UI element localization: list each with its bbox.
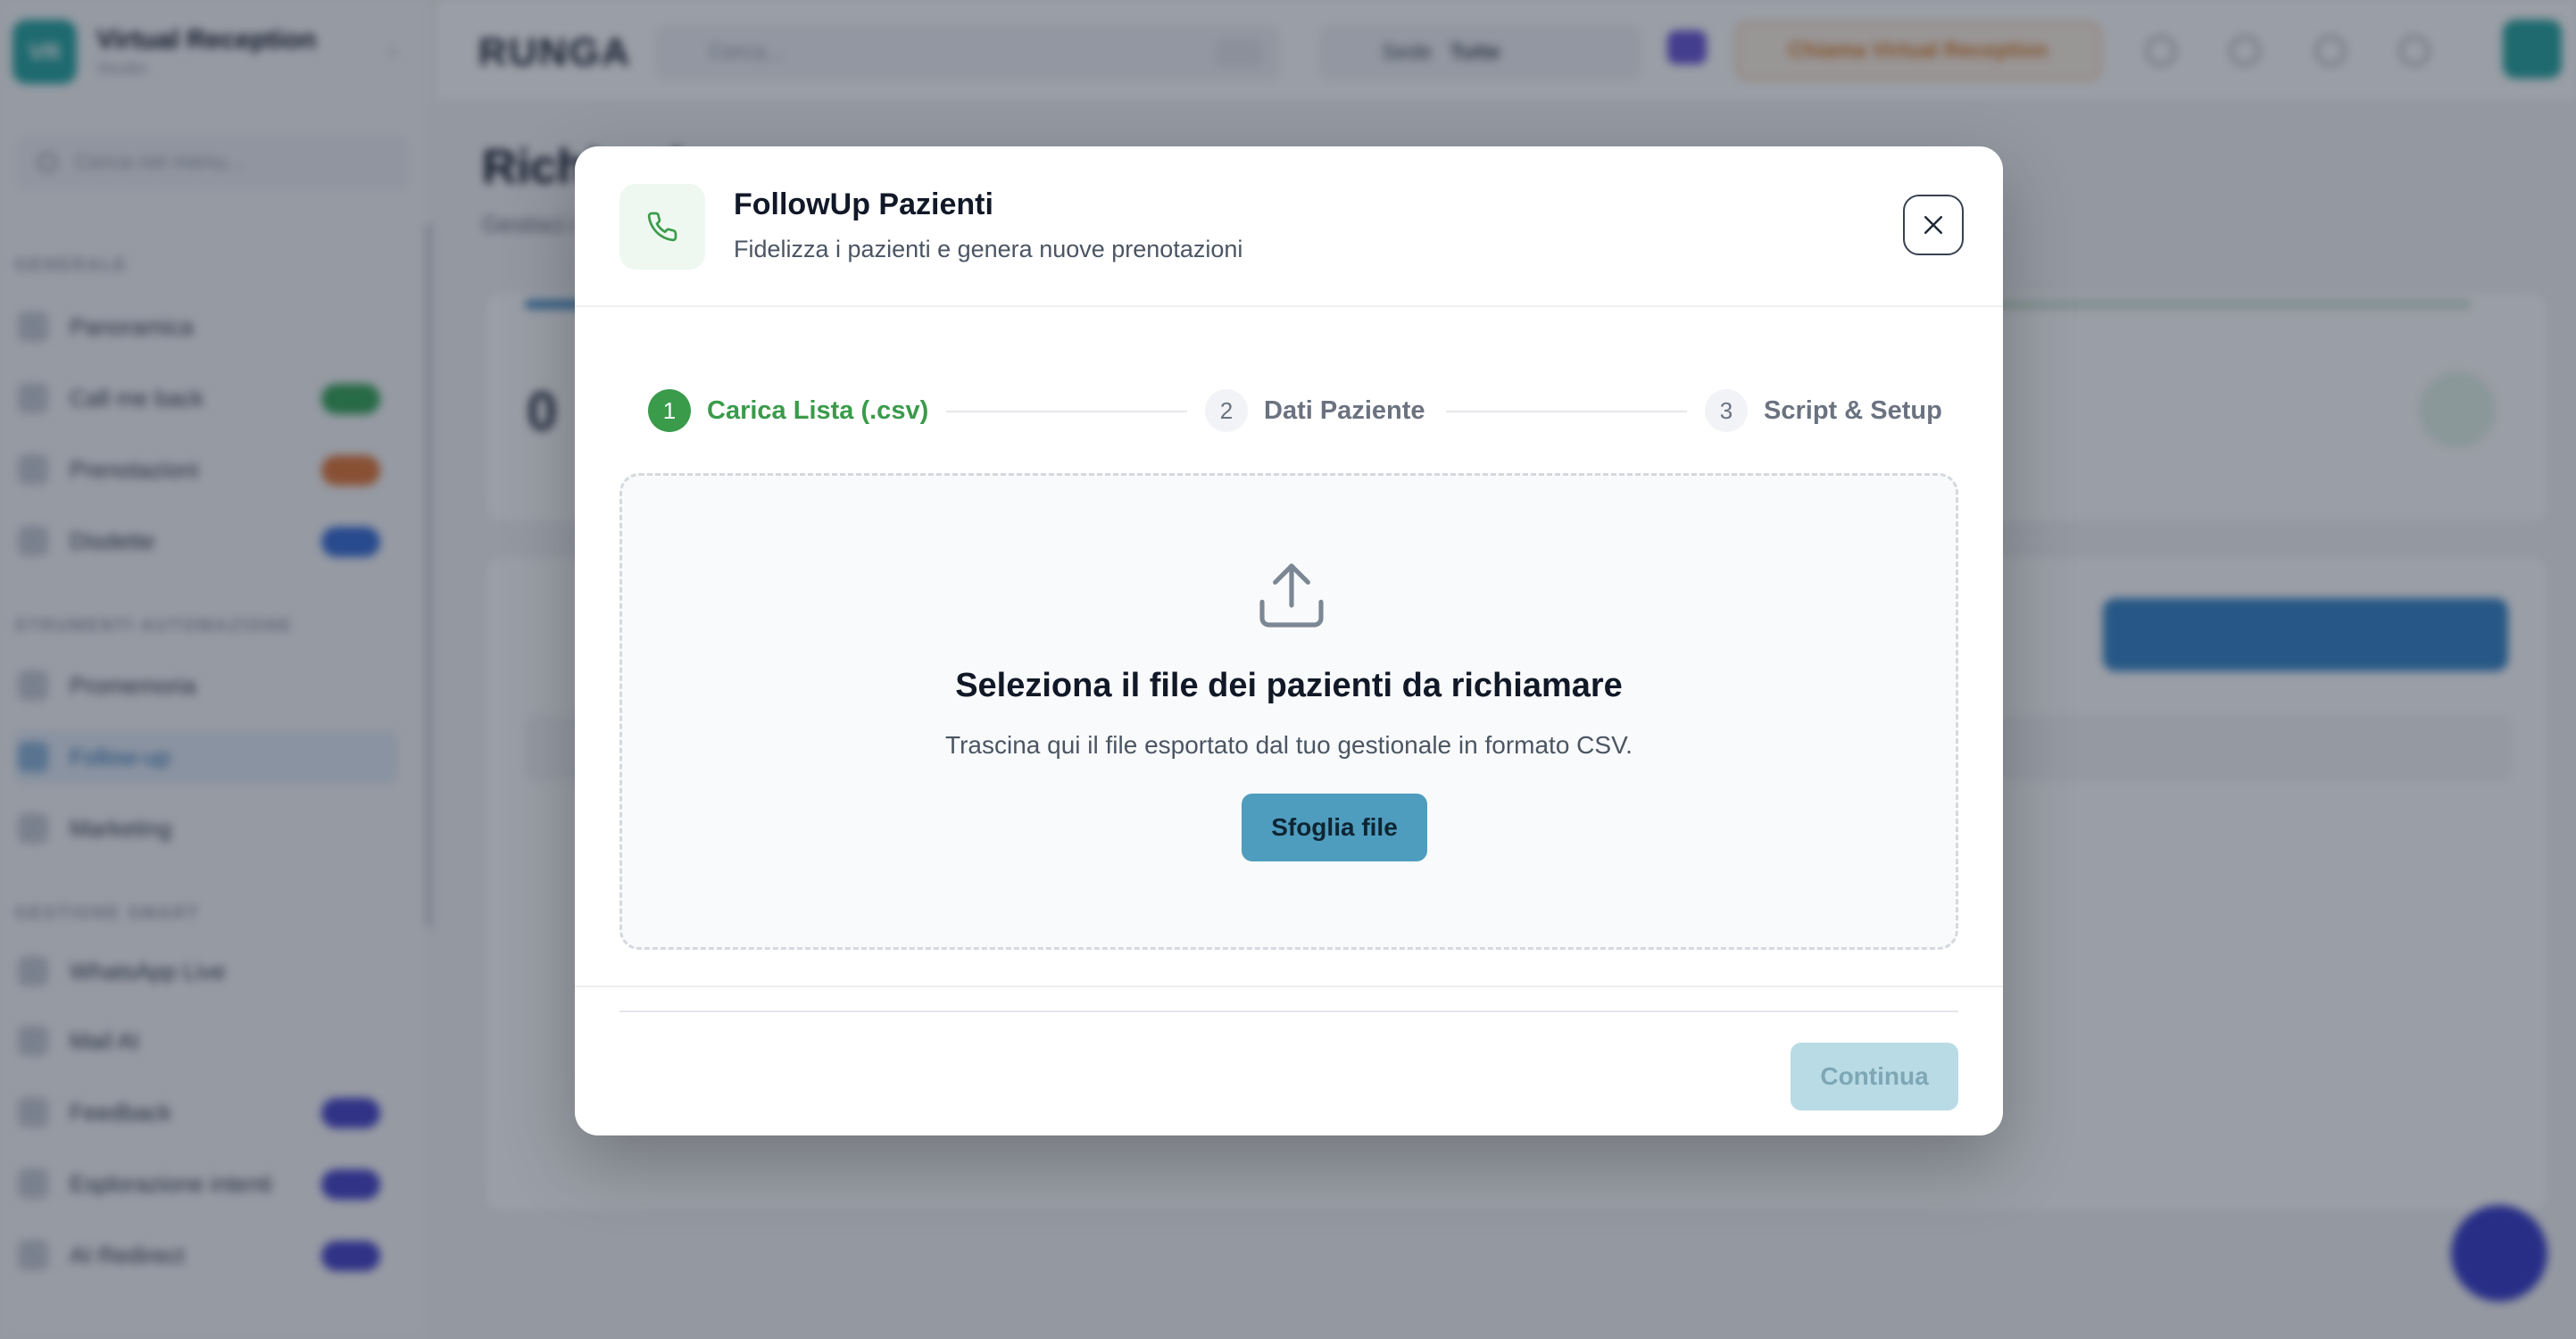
modal-header: FollowUp Pazienti Fidelizza i pazienti e… (575, 146, 2003, 307)
step-patient-data: 2 Dati Paziente (1205, 386, 1425, 436)
step-script-setup: 3 Script & Setup (1705, 386, 1942, 436)
close-button[interactable] (1903, 195, 1964, 255)
step-connector (946, 411, 1187, 412)
step-label: Carica Lista (.csv) (707, 395, 929, 425)
modal-subtitle: Fidelizza i pazienti e genera nuove pren… (734, 236, 1243, 262)
step-number: 1 (648, 389, 691, 432)
step-number: 2 (1205, 389, 1248, 432)
phone-icon (619, 184, 705, 270)
wizard-stepper: 1 Carica Lista (.csv) 2 Dati Paziente 3 … (575, 386, 2003, 436)
modal-title: FollowUp Pazienti (734, 187, 993, 221)
followup-modal: FollowUp Pazienti Fidelizza i pazienti e… (575, 146, 2003, 1135)
close-icon (1924, 216, 1942, 234)
continue-button[interactable]: Continua (1791, 1043, 1958, 1110)
dropzone-title: Seleziona il file dei pazienti da richia… (955, 667, 1623, 704)
dropzone-description: Trascina qui il file esportato dal tuo g… (945, 731, 1633, 759)
browse-file-button[interactable]: Sfoglia file (1242, 794, 1427, 861)
divider (575, 986, 2003, 987)
step-label: Dati Paziente (1264, 395, 1425, 425)
step-number: 3 (1705, 389, 1748, 432)
divider (619, 1010, 1958, 1012)
file-dropzone[interactable]: Seleziona il file dei pazienti da richia… (619, 473, 1958, 950)
step-label: Script & Setup (1764, 395, 1942, 425)
upload-icon (1259, 563, 1324, 628)
step-connector (1446, 411, 1687, 412)
step-upload-list: 1 Carica Lista (.csv) (648, 386, 928, 436)
